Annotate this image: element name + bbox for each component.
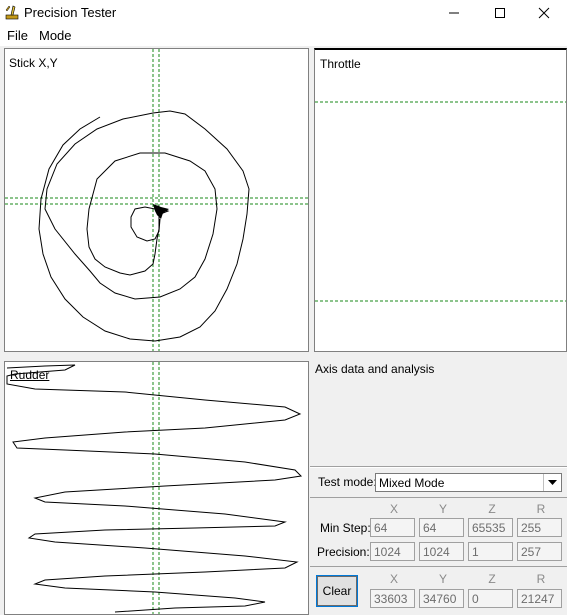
column-header-z: Z bbox=[488, 502, 496, 516]
rudder-panel: Rudder bbox=[4, 361, 309, 615]
raw-r-field: 21247 bbox=[517, 589, 562, 608]
precision-y-field: 1024 bbox=[419, 542, 464, 561]
rudder-trace-plot bbox=[6, 362, 303, 614]
close-button[interactable] bbox=[521, 0, 567, 26]
raw-y-field: 34760 bbox=[419, 589, 464, 608]
min-step-z-field: 65535 bbox=[468, 518, 513, 537]
min-step-x-field: 64 bbox=[370, 518, 415, 537]
throttle-panel-label: Throttle bbox=[320, 57, 361, 71]
column-header-y: Y bbox=[438, 502, 447, 516]
precision-z-field: 1 bbox=[468, 542, 513, 561]
minimize-button[interactable] bbox=[431, 0, 477, 26]
precision-r-field: 257 bbox=[517, 542, 562, 561]
precision-x-field: 1024 bbox=[370, 542, 415, 561]
raw-z-field: 0 bbox=[468, 589, 513, 608]
column-header-r: R bbox=[536, 502, 546, 516]
stick-panel-label: Stick X,Y bbox=[9, 56, 58, 70]
rudder-panel-label: Rudder bbox=[10, 368, 50, 382]
maximize-button[interactable] bbox=[477, 0, 523, 26]
column-header-r: R bbox=[536, 572, 546, 586]
clear-button[interactable]: Clear bbox=[316, 575, 358, 607]
chevron-down-icon bbox=[548, 479, 557, 485]
test-mode-label: Test mode: bbox=[318, 475, 377, 489]
stick-trace bbox=[38, 110, 250, 342]
minimize-icon bbox=[449, 12, 459, 14]
test-mode-select[interactable]: Mixed Mode bbox=[375, 473, 562, 492]
min-step-r-field: 255 bbox=[517, 518, 562, 537]
column-header-y: Y bbox=[438, 572, 447, 586]
maximize-icon bbox=[495, 8, 505, 18]
column-header-x: X bbox=[389, 502, 398, 516]
test-mode-dropdown-button[interactable] bbox=[543, 474, 561, 491]
menu-file[interactable]: File bbox=[7, 28, 28, 43]
throttle-plot bbox=[315, 101, 566, 302]
divider bbox=[310, 497, 567, 499]
stick-xy-panel: Stick X,Y bbox=[4, 48, 309, 352]
test-mode-value: Mixed Mode bbox=[379, 476, 445, 490]
raw-x-field: 33603 bbox=[370, 589, 415, 608]
precision-label: Precision: bbox=[317, 545, 370, 559]
column-header-z: Z bbox=[488, 572, 496, 586]
analysis-heading: Axis data and analysis bbox=[315, 362, 435, 376]
menu-bar bbox=[0, 26, 567, 46]
min-step-label: Min Step: bbox=[320, 521, 371, 535]
divider bbox=[310, 566, 567, 568]
joystick-icon bbox=[5, 5, 19, 20]
menu-mode[interactable]: Mode bbox=[39, 28, 72, 43]
close-icon bbox=[538, 7, 550, 19]
window-title: Precision Tester bbox=[24, 5, 117, 20]
divider bbox=[310, 466, 567, 468]
throttle-panel: Throttle bbox=[314, 48, 567, 352]
min-step-y-field: 64 bbox=[419, 518, 464, 537]
stick-trace-plot bbox=[5, 49, 308, 351]
column-header-x: X bbox=[389, 572, 398, 586]
rudder-trace bbox=[6, 364, 303, 613]
